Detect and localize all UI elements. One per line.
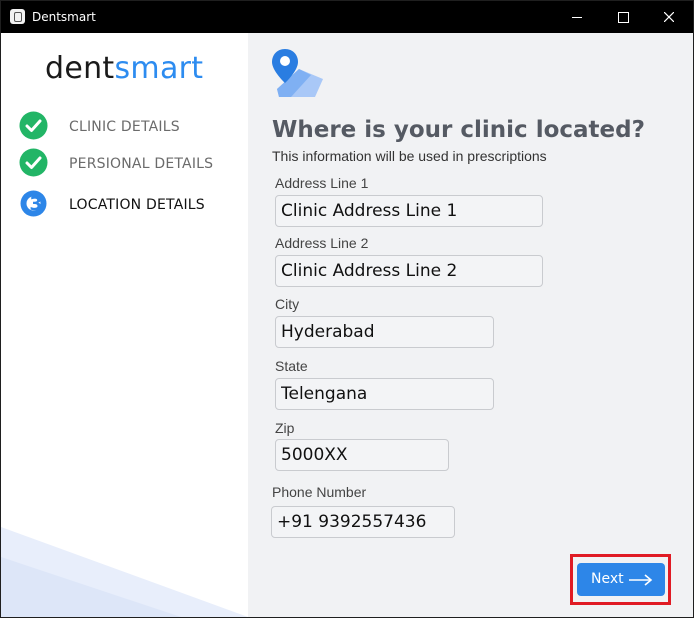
minimize-button[interactable] — [554, 1, 600, 33]
title-bar[interactable]: Dentsmart — [1, 1, 693, 33]
address-line-1-input[interactable] — [275, 195, 543, 227]
check-icon — [19, 111, 48, 140]
address-line-2-label: Address Line 2 — [275, 235, 369, 251]
step-number-icon: 3 — [20, 190, 47, 217]
svg-text:3: 3 — [29, 193, 42, 215]
step-label: LOCATION DETAILS — [69, 197, 205, 213]
step-location-details: 3 LOCATION DETAILS — [19, 189, 239, 219]
city-input[interactable] — [275, 316, 494, 348]
map-pin-icon — [272, 49, 323, 97]
state-label: State — [275, 358, 308, 374]
logo-part-dent: dent — [45, 51, 115, 86]
logo-part-smart: smart — [114, 51, 204, 86]
zip-label: Zip — [275, 420, 295, 436]
zip-input[interactable] — [275, 439, 449, 471]
address-line-2-input[interactable] — [275, 255, 543, 287]
next-button[interactable]: Next — [577, 563, 665, 596]
city-label: City — [275, 296, 300, 312]
arrow-right-icon — [629, 574, 653, 586]
window-title: Dentsmart — [32, 10, 96, 24]
page-subheading: This information will be used in prescri… — [272, 148, 547, 164]
phone-number-label: Phone Number — [272, 484, 367, 500]
state-input[interactable] — [275, 378, 494, 410]
sidebar: dentsmart CLINIC DETAILS PERSIONAL DETAI… — [1, 33, 248, 617]
app-window: Dentsmart dentsmart CLINIC DETAILS PERSI… — [0, 0, 694, 618]
step-personal-details: PERSIONAL DETAILS — [19, 148, 239, 178]
step-clinic-details: CLINIC DETAILS — [19, 111, 239, 141]
next-button-label: Next — [591, 571, 624, 587]
close-icon — [664, 12, 674, 22]
step-label: CLINIC DETAILS — [69, 119, 180, 135]
close-button[interactable] — [646, 1, 692, 33]
app-icon — [10, 9, 25, 24]
sidebar-decoration — [1, 527, 248, 617]
address-line-1-label: Address Line 1 — [275, 175, 369, 191]
dentsmart-logo: dentsmart — [45, 51, 203, 86]
check-icon — [19, 148, 48, 177]
step-label: PERSIONAL DETAILS — [69, 156, 214, 172]
main-content: Where is your clinic located? This infor… — [248, 33, 693, 617]
phone-number-input[interactable] — [271, 506, 455, 538]
page-heading: Where is your clinic located? — [272, 117, 645, 143]
maximize-button[interactable] — [600, 1, 646, 33]
